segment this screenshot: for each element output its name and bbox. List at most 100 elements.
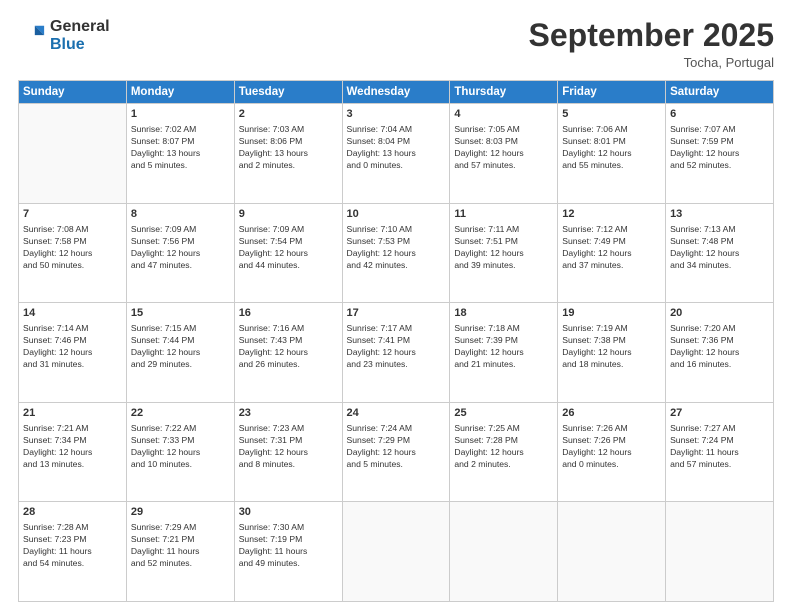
calendar-cell: 10Sunrise: 7:10 AM Sunset: 7:53 PM Dayli… [342,203,450,303]
day-number: 21 [23,406,122,421]
day-content: Sunrise: 7:22 AM Sunset: 7:33 PM Dayligh… [131,422,230,470]
day-header-monday: Monday [126,81,234,104]
day-content: Sunrise: 7:24 AM Sunset: 7:29 PM Dayligh… [347,422,446,470]
day-content: Sunrise: 7:09 AM Sunset: 7:56 PM Dayligh… [131,223,230,271]
calendar-cell: 4Sunrise: 7:05 AM Sunset: 8:03 PM Daylig… [450,104,558,204]
calendar-cell [19,104,127,204]
day-number: 11 [454,207,553,222]
day-number: 6 [670,107,769,122]
day-number: 2 [239,107,338,122]
day-number: 15 [131,306,230,321]
day-content: Sunrise: 7:06 AM Sunset: 8:01 PM Dayligh… [562,123,661,171]
calendar-cell: 9Sunrise: 7:09 AM Sunset: 7:54 PM Daylig… [234,203,342,303]
calendar-cell: 11Sunrise: 7:11 AM Sunset: 7:51 PM Dayli… [450,203,558,303]
calendar-cell: 24Sunrise: 7:24 AM Sunset: 7:29 PM Dayli… [342,402,450,502]
day-number: 17 [347,306,446,321]
calendar-cell: 18Sunrise: 7:18 AM Sunset: 7:39 PM Dayli… [450,303,558,403]
logo-text: General Blue [50,18,110,53]
calendar-page: General Blue September 2025 Tocha, Portu… [0,0,792,612]
day-number: 23 [239,406,338,421]
calendar-cell: 19Sunrise: 7:19 AM Sunset: 7:38 PM Dayli… [558,303,666,403]
header: General Blue September 2025 Tocha, Portu… [18,18,774,70]
day-header-tuesday: Tuesday [234,81,342,104]
day-header-wednesday: Wednesday [342,81,450,104]
calendar-cell: 2Sunrise: 7:03 AM Sunset: 8:06 PM Daylig… [234,104,342,204]
calendar-cell [558,502,666,602]
calendar-cell [450,502,558,602]
day-number: 1 [131,107,230,122]
calendar-cell: 13Sunrise: 7:13 AM Sunset: 7:48 PM Dayli… [666,203,774,303]
day-number: 5 [562,107,661,122]
month-title: September 2025 [529,18,774,53]
logo-general-text: General [50,18,110,36]
day-number: 27 [670,406,769,421]
week-row-2: 7Sunrise: 7:08 AM Sunset: 7:58 PM Daylig… [19,203,774,303]
day-number: 7 [23,207,122,222]
week-row-4: 21Sunrise: 7:21 AM Sunset: 7:34 PM Dayli… [19,402,774,502]
day-content: Sunrise: 7:08 AM Sunset: 7:58 PM Dayligh… [23,223,122,271]
logo: General Blue [18,18,110,53]
calendar-cell [342,502,450,602]
day-content: Sunrise: 7:23 AM Sunset: 7:31 PM Dayligh… [239,422,338,470]
day-number: 28 [23,505,122,520]
week-row-5: 28Sunrise: 7:28 AM Sunset: 7:23 PM Dayli… [19,502,774,602]
day-header-thursday: Thursday [450,81,558,104]
day-number: 29 [131,505,230,520]
calendar-cell: 14Sunrise: 7:14 AM Sunset: 7:46 PM Dayli… [19,303,127,403]
day-number: 3 [347,107,446,122]
calendar-cell [666,502,774,602]
day-content: Sunrise: 7:02 AM Sunset: 8:07 PM Dayligh… [131,123,230,171]
day-content: Sunrise: 7:03 AM Sunset: 8:06 PM Dayligh… [239,123,338,171]
day-content: Sunrise: 7:30 AM Sunset: 7:19 PM Dayligh… [239,521,338,569]
day-number: 24 [347,406,446,421]
location-subtitle: Tocha, Portugal [529,55,774,70]
day-header-friday: Friday [558,81,666,104]
day-content: Sunrise: 7:14 AM Sunset: 7:46 PM Dayligh… [23,322,122,370]
day-number: 4 [454,107,553,122]
day-content: Sunrise: 7:26 AM Sunset: 7:26 PM Dayligh… [562,422,661,470]
day-content: Sunrise: 7:15 AM Sunset: 7:44 PM Dayligh… [131,322,230,370]
calendar-cell: 26Sunrise: 7:26 AM Sunset: 7:26 PM Dayli… [558,402,666,502]
day-content: Sunrise: 7:09 AM Sunset: 7:54 PM Dayligh… [239,223,338,271]
calendar-cell: 29Sunrise: 7:29 AM Sunset: 7:21 PM Dayli… [126,502,234,602]
calendar-cell: 17Sunrise: 7:17 AM Sunset: 7:41 PM Dayli… [342,303,450,403]
calendar-cell: 16Sunrise: 7:16 AM Sunset: 7:43 PM Dayli… [234,303,342,403]
day-number: 25 [454,406,553,421]
day-number: 8 [131,207,230,222]
day-number: 20 [670,306,769,321]
logo-icon [18,22,46,50]
week-row-1: 1Sunrise: 7:02 AM Sunset: 8:07 PM Daylig… [19,104,774,204]
day-content: Sunrise: 7:11 AM Sunset: 7:51 PM Dayligh… [454,223,553,271]
day-number: 9 [239,207,338,222]
day-content: Sunrise: 7:13 AM Sunset: 7:48 PM Dayligh… [670,223,769,271]
calendar-cell: 22Sunrise: 7:22 AM Sunset: 7:33 PM Dayli… [126,402,234,502]
day-content: Sunrise: 7:27 AM Sunset: 7:24 PM Dayligh… [670,422,769,470]
day-number: 30 [239,505,338,520]
calendar-cell: 28Sunrise: 7:28 AM Sunset: 7:23 PM Dayli… [19,502,127,602]
day-content: Sunrise: 7:21 AM Sunset: 7:34 PM Dayligh… [23,422,122,470]
calendar-cell: 25Sunrise: 7:25 AM Sunset: 7:28 PM Dayli… [450,402,558,502]
day-content: Sunrise: 7:17 AM Sunset: 7:41 PM Dayligh… [347,322,446,370]
day-number: 13 [670,207,769,222]
day-number: 12 [562,207,661,222]
calendar-cell: 6Sunrise: 7:07 AM Sunset: 7:59 PM Daylig… [666,104,774,204]
calendar-cell: 1Sunrise: 7:02 AM Sunset: 8:07 PM Daylig… [126,104,234,204]
day-header-saturday: Saturday [666,81,774,104]
calendar-table: SundayMondayTuesdayWednesdayThursdayFrid… [18,80,774,602]
day-content: Sunrise: 7:19 AM Sunset: 7:38 PM Dayligh… [562,322,661,370]
calendar-cell: 3Sunrise: 7:04 AM Sunset: 8:04 PM Daylig… [342,104,450,204]
day-number: 16 [239,306,338,321]
day-content: Sunrise: 7:04 AM Sunset: 8:04 PM Dayligh… [347,123,446,171]
day-content: Sunrise: 7:25 AM Sunset: 7:28 PM Dayligh… [454,422,553,470]
calendar-cell: 12Sunrise: 7:12 AM Sunset: 7:49 PM Dayli… [558,203,666,303]
day-number: 10 [347,207,446,222]
title-block: September 2025 Tocha, Portugal [529,18,774,70]
calendar-cell: 8Sunrise: 7:09 AM Sunset: 7:56 PM Daylig… [126,203,234,303]
day-content: Sunrise: 7:29 AM Sunset: 7:21 PM Dayligh… [131,521,230,569]
calendar-cell: 7Sunrise: 7:08 AM Sunset: 7:58 PM Daylig… [19,203,127,303]
day-header-sunday: Sunday [19,81,127,104]
day-number: 26 [562,406,661,421]
day-number: 18 [454,306,553,321]
day-content: Sunrise: 7:05 AM Sunset: 8:03 PM Dayligh… [454,123,553,171]
week-row-3: 14Sunrise: 7:14 AM Sunset: 7:46 PM Dayli… [19,303,774,403]
